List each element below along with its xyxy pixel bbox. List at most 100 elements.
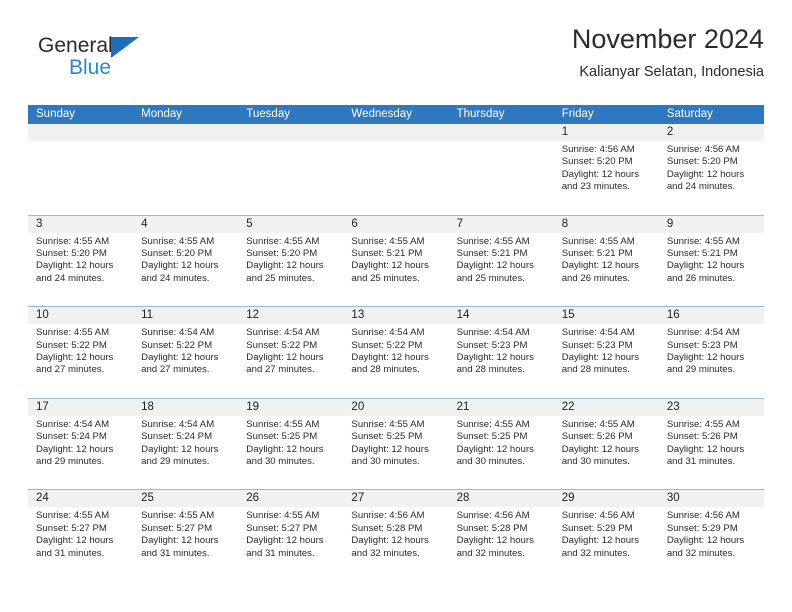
calendar-day-cell[interactable]: 26 Sunrise: 4:55 AM Sunset: 5:27 PM Dayligh… [238, 490, 344, 581]
day-sun-info [343, 141, 448, 144]
day-number: 25 [133, 490, 239, 508]
day-number [133, 124, 239, 141]
calendar-week-row: 3 Sunrise: 4:55 AM Sunset: 5:20 PM Daylight… [28, 215, 764, 308]
sunrise-time: Sunrise: 4:55 AM [246, 235, 320, 247]
daylight-duration-line2: and 30 minutes. [246, 456, 315, 467]
calendar-day-cell[interactable]: 13 Sunrise: 4:54 AM Sunset: 5:22 PM Dayligh… [343, 307, 449, 398]
calendar-day-cell[interactable]: 3 Sunrise: 4:55 AM Sunset: 5:20 PM Daylight… [28, 215, 134, 307]
day-number [343, 124, 449, 141]
calendar-page: General Blue November 2024 Kalianyar Sel… [0, 0, 792, 612]
calendar-day-cell[interactable]: 1 Sunrise: 4:56 AM Sunset: 5:20 PM Daylight… [553, 124, 659, 215]
sunset-time: Sunset: 5:22 PM [351, 339, 423, 351]
day-number [238, 124, 344, 141]
day-number: 10 [28, 307, 134, 325]
sunrise-time: Sunrise: 4:56 AM [666, 144, 740, 155]
calendar-day-cell-empty [448, 124, 554, 215]
calendar-day-cell-empty [343, 124, 449, 215]
calendar-day-cell[interactable]: 30 Sunrise: 4:56 AM Sunset: 5:29 PM Dayligh… [658, 490, 764, 581]
sunset-time: Sunset: 5:26 PM [561, 431, 633, 443]
sunset-time: Sunset: 5:25 PM [456, 431, 528, 443]
calendar-day-cell[interactable]: 21 Sunrise: 4:55 AM Sunset: 5:25 PM Dayligh… [448, 398, 554, 490]
calendar-day-cell-empty [133, 124, 239, 215]
calendar-day-cell[interactable]: 24 Sunrise: 4:55 AM Sunset: 5:27 PM Dayligh… [28, 490, 134, 581]
calendar-week-row: 17 Sunrise: 4:54 AM Sunset: 5:24 PM Dayligh… [28, 398, 764, 491]
calendar-day-cell[interactable]: 27 Sunrise: 4:56 AM Sunset: 5:28 PM Dayligh… [343, 490, 449, 581]
day-number: 21 [448, 398, 554, 416]
daylight-duration-line1: Daylight: 12 hours [141, 535, 219, 547]
calendar-grid: Sunday Monday Tuesday Wednesday Thursday… [28, 105, 764, 581]
sunrise-time: Sunrise: 4:54 AM [246, 327, 320, 339]
calendar-day-cell[interactable]: 2 Sunrise: 4:56 AM Sunset: 5:20 PM Daylight… [658, 124, 764, 215]
daylight-duration-line2: and 26 minutes. [666, 272, 736, 284]
day-number: 7 [448, 215, 554, 233]
sunrise-time: Sunrise: 4:55 AM [666, 418, 740, 430]
daylight-duration-line2: and 24 minutes. [141, 272, 210, 284]
daylight-duration-line2: and 31 minutes. [36, 547, 105, 559]
day-sun-info: Sunrise: 4:54 AM Sunset: 5:23 PM Daylight:… [659, 324, 764, 377]
sunrise-time: Sunrise: 4:55 AM [36, 327, 110, 339]
calendar-day-cell[interactable]: 25 Sunrise: 4:55 AM Sunset: 5:27 PM Dayligh… [133, 490, 239, 581]
sunset-time: Sunset: 5:23 PM [456, 339, 528, 351]
daylight-duration-line2: and 24 minutes. [36, 272, 105, 284]
calendar-day-cell[interactable]: 11 Sunrise: 4:54 AM Sunset: 5:22 PM Dayligh… [133, 307, 239, 398]
calendar-weeks: 1 Sunrise: 4:56 AM Sunset: 5:20 PM Daylight… [28, 124, 764, 581]
daylight-duration-line1: Daylight: 12 hours [246, 443, 324, 455]
sunset-time: Sunset: 5:27 PM [36, 522, 107, 534]
daylight-duration-line1: Daylight: 12 hours [666, 260, 745, 272]
day-number: 6 [343, 215, 449, 233]
calendar-day-cell[interactable]: 15 Sunrise: 4:54 AM Sunset: 5:23 PM Dayligh… [553, 307, 659, 398]
calendar-week-row: 24 Sunrise: 4:55 AM Sunset: 5:27 PM Dayligh… [28, 490, 764, 581]
calendar-day-cell[interactable]: 12 Sunrise: 4:54 AM Sunset: 5:22 PM Dayligh… [238, 307, 344, 398]
daylight-duration-line1: Daylight: 12 hours [246, 535, 324, 547]
day-sun-info: Sunrise: 4:54 AM Sunset: 5:22 PM Daylight:… [343, 324, 448, 377]
daylight-duration-line2: and 32 minutes. [351, 547, 420, 559]
sunrise-time: Sunrise: 4:55 AM [36, 510, 110, 522]
calendar-day-cell[interactable]: 19 Sunrise: 4:55 AM Sunset: 5:25 PM Dayligh… [238, 398, 344, 490]
sunrise-time: Sunrise: 4:55 AM [141, 510, 215, 522]
day-number: 29 [553, 490, 659, 508]
calendar-day-cell[interactable]: 18 Sunrise: 4:54 AM Sunset: 5:24 PM Dayligh… [133, 398, 239, 490]
day-number: 1 [553, 124, 659, 141]
calendar-day-cell[interactable]: 20 Sunrise: 4:55 AM Sunset: 5:25 PM Dayligh… [343, 398, 449, 490]
calendar-day-cell[interactable]: 17 Sunrise: 4:54 AM Sunset: 5:24 PM Dayligh… [28, 398, 134, 490]
sunset-time: Sunset: 5:20 PM [561, 156, 633, 168]
calendar-day-cell[interactable]: 8 Sunrise: 4:55 AM Sunset: 5:21 PM Daylight… [553, 215, 659, 307]
calendar-day-cell[interactable]: 10 Sunrise: 4:55 AM Sunset: 5:22 PM Dayligh… [28, 307, 134, 398]
calendar-day-cell[interactable]: 14 Sunrise: 4:54 AM Sunset: 5:23 PM Dayligh… [448, 307, 554, 398]
daylight-duration-line2: and 25 minutes. [246, 272, 315, 284]
daylight-duration-line2: and 25 minutes. [456, 272, 525, 284]
sunset-time: Sunset: 5:26 PM [666, 431, 738, 443]
day-sun-info: Sunrise: 4:54 AM Sunset: 5:23 PM Daylight:… [554, 324, 659, 377]
day-number: 15 [553, 307, 659, 325]
calendar-day-cell[interactable]: 29 Sunrise: 4:56 AM Sunset: 5:29 PM Dayligh… [553, 490, 659, 581]
day-number: 28 [448, 490, 554, 508]
day-sun-info [133, 141, 238, 144]
calendar-day-cell[interactable]: 7 Sunrise: 4:55 AM Sunset: 5:21 PM Daylight… [448, 215, 554, 307]
sunset-time: Sunset: 5:28 PM [351, 522, 423, 534]
calendar-day-cell[interactable]: 22 Sunrise: 4:55 AM Sunset: 5:26 PM Dayligh… [553, 398, 659, 490]
calendar-day-cell[interactable]: 6 Sunrise: 4:55 AM Sunset: 5:21 PM Daylight… [343, 215, 449, 307]
calendar-day-cell[interactable]: 28 Sunrise: 4:56 AM Sunset: 5:28 PM Dayligh… [448, 490, 554, 581]
daylight-duration-line2: and 25 minutes. [351, 272, 420, 284]
day-sun-info: Sunrise: 4:55 AM Sunset: 5:27 PM Daylight:… [133, 507, 238, 560]
sunset-time: Sunset: 5:25 PM [246, 431, 318, 443]
weekday-header-sunday: Sunday [36, 108, 76, 120]
day-sun-info: Sunrise: 4:54 AM Sunset: 5:23 PM Daylight:… [449, 324, 554, 377]
sunset-time: Sunset: 5:20 PM [141, 248, 213, 259]
day-sun-info: Sunrise: 4:55 AM Sunset: 5:25 PM Daylight:… [238, 416, 343, 469]
day-number: 23 [658, 398, 764, 416]
calendar-day-cell[interactable]: 5 Sunrise: 4:55 AM Sunset: 5:20 PM Daylight… [238, 215, 344, 307]
daylight-duration-line1: Daylight: 12 hours [141, 260, 219, 272]
generalblue-logo[interactable]: General Blue [38, 34, 218, 90]
calendar-day-cell[interactable]: 16 Sunrise: 4:54 AM Sunset: 5:23 PM Dayligh… [658, 307, 764, 398]
sunset-time: Sunset: 5:29 PM [561, 522, 633, 534]
calendar-day-cell[interactable]: 23 Sunrise: 4:55 AM Sunset: 5:26 PM Dayligh… [658, 398, 764, 490]
daylight-duration-line2: and 23 minutes. [561, 181, 630, 193]
sunrise-time: Sunrise: 4:56 AM [456, 510, 530, 522]
daylight-duration-line2: and 32 minutes. [666, 547, 736, 559]
daylight-duration-line1: Daylight: 12 hours [36, 260, 114, 272]
calendar-day-cell[interactable]: 4 Sunrise: 4:55 AM Sunset: 5:20 PM Daylight… [133, 215, 239, 307]
day-sun-info: Sunrise: 4:55 AM Sunset: 5:20 PM Daylight:… [133, 233, 238, 286]
calendar-day-cell[interactable]: 9 Sunrise: 4:55 AM Sunset: 5:21 PM Daylight… [658, 215, 764, 307]
sunset-time: Sunset: 5:23 PM [666, 339, 738, 351]
